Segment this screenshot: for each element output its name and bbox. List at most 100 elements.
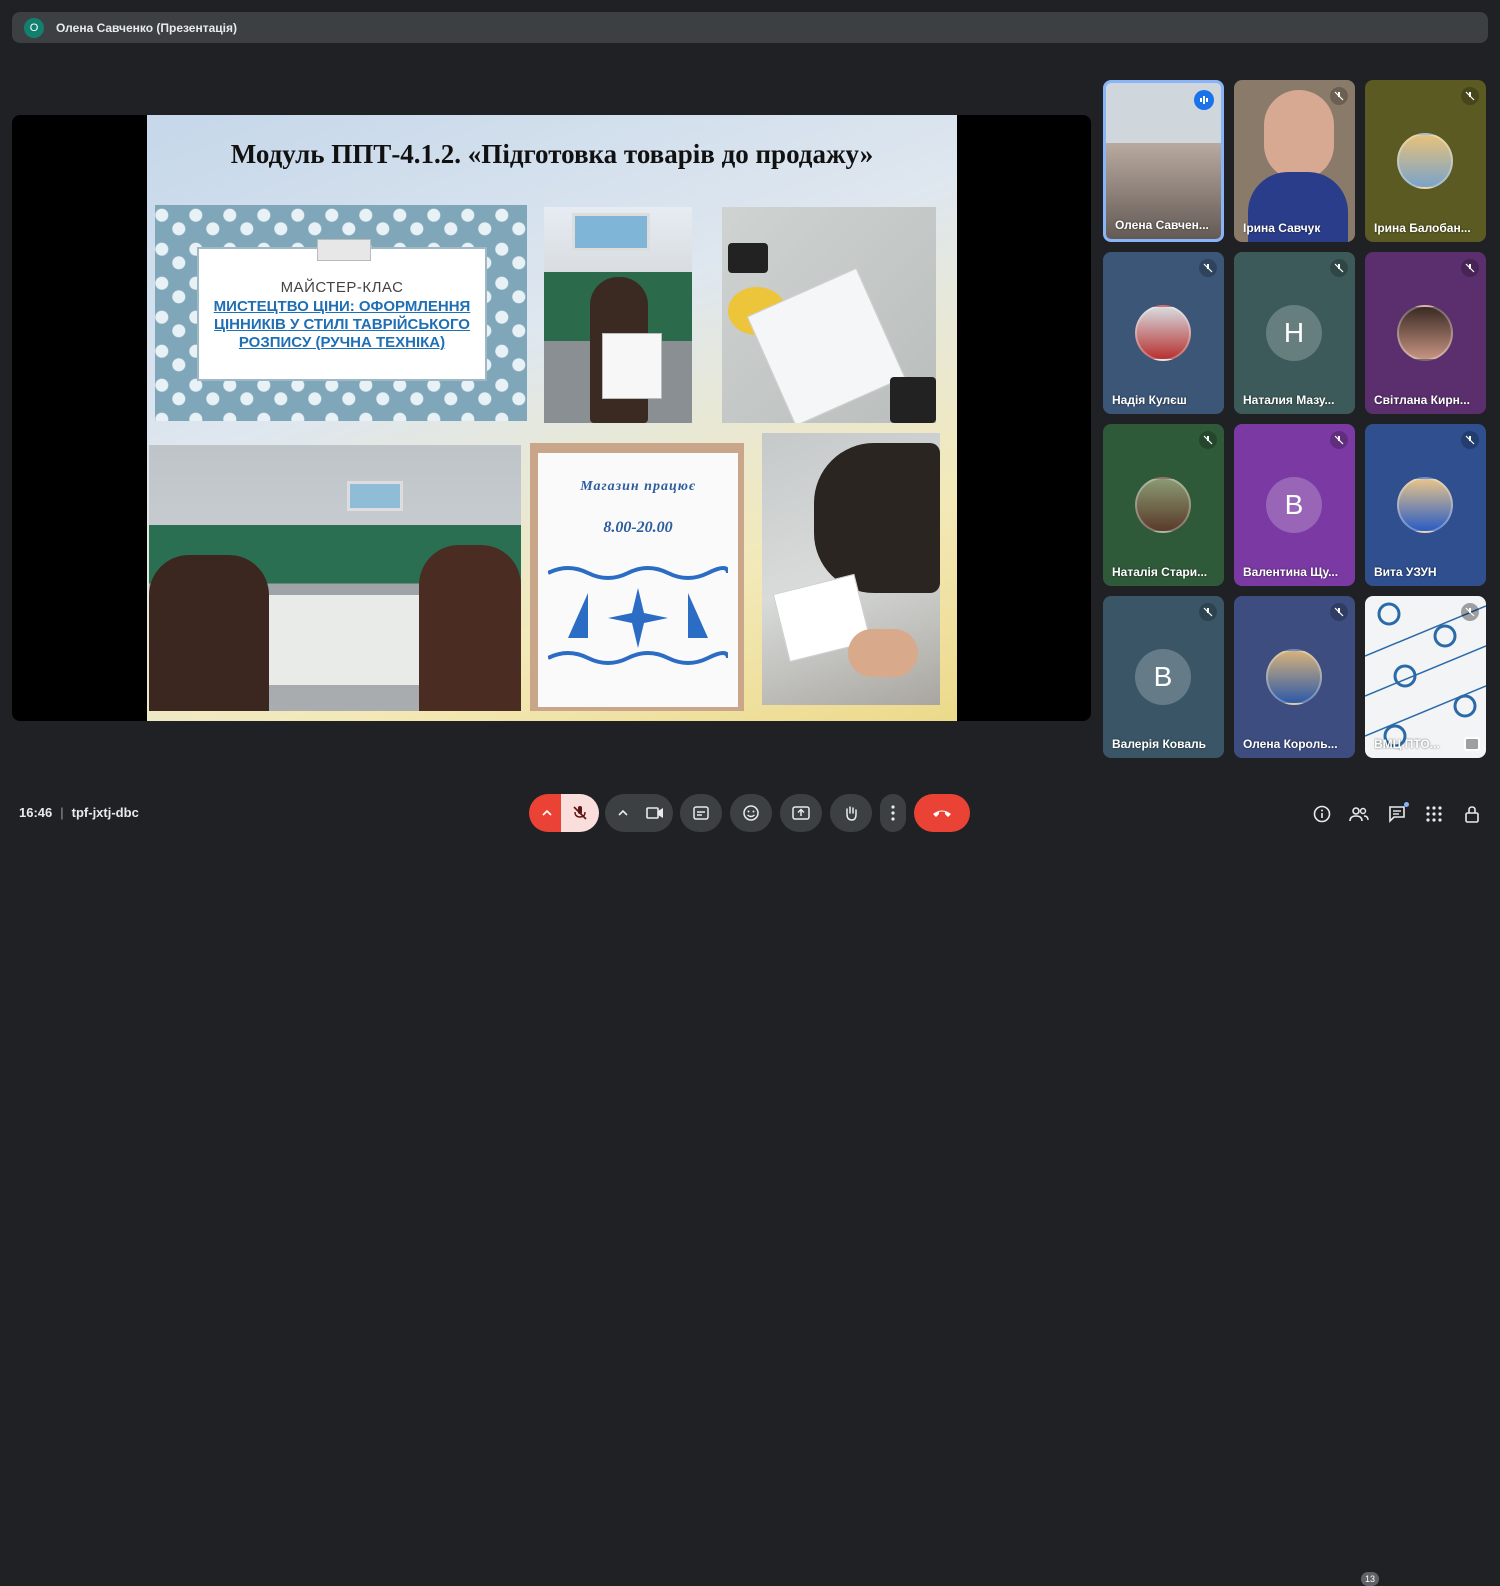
participant-name: Надія Кулєш [1112,393,1187,407]
participant-name: Ірина Балобан... [1374,221,1471,235]
participant-tile[interactable]: ВМЦ ПТО... [1365,596,1486,758]
video-feed [1264,90,1334,180]
mic-off-icon [1330,87,1348,105]
participants-count-badge: 13 [1361,1572,1379,1586]
reactions-button[interactable] [730,794,772,832]
mic-off-icon [1330,603,1348,621]
slide-title: Модуль ППТ-4.1.2. «Підготовка товарів до… [230,139,874,169]
shop-sign-paper: Магазин працює 8.00-20.00 [538,453,738,707]
participant-tile[interactable]: Ірина Балобан... [1365,80,1486,242]
microphone-button[interactable] [561,794,599,832]
participant-name: Валентина Щу... [1243,565,1339,579]
video-options-button[interactable] [605,794,641,832]
masterclass-title: МИСТЕЦТВО ЦІНИ: ОФОРМЛЕННЯ ЦІННИКІВ У СТ… [213,298,471,351]
activities-icon [1426,806,1442,822]
info-icon [1313,805,1331,823]
photo-shop-sign: Магазин працює 8.00-20.00 [530,443,744,711]
leave-call-icon [933,810,951,817]
mic-off-icon [1461,259,1479,277]
participant-tile[interactable]: В Валентина Щу... [1234,424,1355,586]
tavria-ornament [548,566,728,665]
presentation-stage[interactable]: Модуль ППТ-4.1.2. «Підготовка товарів до… [12,115,1091,721]
mic-off-icon [573,806,587,820]
host-controls-button[interactable] [1460,802,1484,826]
avatar [1135,477,1191,533]
mic-off-icon [1461,87,1479,105]
meeting-details: 16:46 | tpf-jxtj-dbc [19,805,139,820]
shop-sign-hours: 8.00-20.00 [603,519,673,536]
activities-button[interactable] [1422,802,1446,826]
participant-grid: Олена Савчен... Ірина Савчук Ірина Балоб… [1103,80,1487,758]
presenter-avatar: О [24,17,44,38]
chat-button[interactable] [1385,802,1409,826]
tv-screen [572,213,650,251]
chevron-up-icon [542,810,552,816]
phone-shape-2 [890,377,936,423]
avatar: Н [1266,305,1322,361]
chat-icon [1389,806,1405,823]
participant-tile[interactable]: Наталія Стари... [1103,424,1224,586]
clock-time: 16:46 [19,805,53,820]
participant-tile[interactable]: Надія Кулєш [1103,252,1224,414]
captions-button[interactable] [680,794,722,832]
participant-tile[interactable]: Олена Король... [1234,596,1355,758]
participant-tile[interactable]: В Валерія Коваль [1103,596,1224,758]
tv-screen [347,481,403,511]
participant-tile[interactable]: Олена Савчен... [1103,80,1224,242]
people-icon [1349,807,1369,822]
phone-shape [728,243,768,273]
mic-off-icon [1199,431,1217,449]
students-right [419,545,521,711]
participant-tile[interactable]: Вита УЗУН [1365,424,1486,586]
masterclass-card: МАЙСТЕР-КЛАС МИСТЕЦТВО ЦІНИ: ОФОРМЛЕННЯ … [197,239,487,381]
control-bar: 16:46 | tpf-jxtj-dbc 13 [0,786,1500,1586]
more-options-button[interactable] [880,794,906,832]
emoji-icon [743,805,759,821]
participant-tile[interactable]: Н Наталия Мазу... [1234,252,1355,414]
meeting-info-button[interactable] [1310,802,1334,826]
meeting-code: tpf-jxtj-dbc [71,805,139,820]
avatar [1397,133,1453,189]
price-tag-board [602,333,662,399]
students-left [149,555,269,711]
present-button[interactable] [780,794,822,832]
mic-off-icon [1199,603,1217,621]
presentation-banner: О Олена Савченко (Презентація) [12,12,1488,43]
raise-hand-icon [846,806,857,821]
captions-icon [693,806,709,820]
avatar [1397,477,1453,533]
raise-hand-button[interactable] [830,794,872,832]
pin-tile-icon[interactable] [1464,737,1480,751]
chat-notification-dot [1404,802,1409,807]
photo-drawing-student [762,433,940,705]
audio-options-button[interactable] [529,794,565,832]
avatar [1266,649,1322,705]
participant-name: Валерія Коваль [1112,737,1207,751]
participant-tile[interactable]: Ірина Савчук [1234,80,1355,242]
mic-off-icon [1330,259,1348,277]
people-button[interactable] [1347,802,1371,826]
photo-presenter-girl [544,207,692,423]
participant-name: Олена Король... [1243,737,1338,751]
mic-off-icon [1330,431,1348,449]
mic-off-icon [1461,431,1479,449]
presentation-slide: Модуль ППТ-4.1.2. «Підготовка товарів до… [147,115,957,721]
card-tab [317,239,371,261]
participant-name: Світлана Кирн... [1374,393,1470,407]
camera-button[interactable] [637,794,673,832]
participant-name: Ірина Савчук [1243,221,1321,235]
photo-painting-table [722,207,936,423]
chevron-up-icon [618,810,628,816]
shop-sign-title: Магазин працює [580,479,696,494]
student-figure [814,443,940,593]
avatar [1135,305,1191,361]
participant-tile[interactable]: Світлана Кирн... [1365,252,1486,414]
participant-name: Наталия Мазу... [1243,393,1335,407]
avatar: В [1266,477,1322,533]
mic-off-icon [1461,603,1479,621]
participant-name: Олена Савчен... [1115,218,1209,232]
speaking-indicator-icon [1194,90,1214,110]
student-hand [848,629,918,677]
avatar [1397,305,1453,361]
leave-call-button[interactable] [914,794,970,832]
